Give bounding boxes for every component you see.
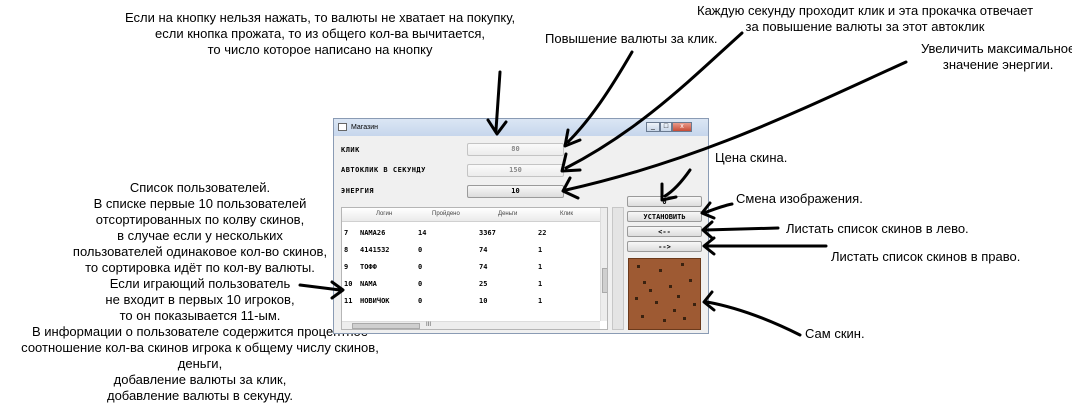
arrow-left [701,220,780,240]
arrow-skin [702,290,802,337]
note-click-increase: Повышение валюты за клик. [545,31,718,46]
arrow-right [702,236,828,256]
header-progress: Пройдено [432,211,460,217]
header-money: Деньги [498,211,518,217]
skin-price-button[interactable]: 0 [627,196,702,207]
autoclick-upgrade-button[interactable]: 150 [467,164,564,177]
shop-window: Магазин _ □ x КЛИК 80 АВТОКЛИК В СЕКУНДУ… [333,118,709,334]
note-top-center: Если на кнопку нельзя нажать, то валюты … [125,10,516,57]
energy-label: ЭНЕРГИЯ [341,187,375,195]
table-row[interactable]: 9 ТОФФ 0 74 1 [342,258,600,275]
click-upgrade-button[interactable]: 80 [467,143,564,156]
skin-preview [628,258,701,330]
minimize-button[interactable]: _ [646,122,660,132]
table-horizontal-scrollbar[interactable]: III [342,321,600,329]
table-row[interactable]: 11 НОВИЧОК 0 10 1 [342,292,600,309]
autoclick-label: АВТОКЛИК В СЕКУНДУ [341,166,426,174]
table-row[interactable]: 10 NAMA 0 25 1 [342,275,600,292]
note-skin-price: Цена скина. [715,150,788,165]
table-row[interactable]: 7 NAMA26 14 3367 22 [342,224,600,241]
note-scroll-right: Листать список скинов в право. [831,249,1021,264]
skin-next-button[interactable]: --> [627,241,702,252]
header-login: Логин [376,211,393,217]
maximize-button[interactable]: □ [660,122,672,132]
note-energy: Увеличить максимальное значение энергии. [921,41,1072,72]
note-autoclick: Каждую секунду проходит клик и эта прока… [697,3,1034,34]
window-title: Магазин [351,124,379,131]
user-table[interactable]: Логин Пройдено Деньги Клик 7 NAMA26 14 3… [341,207,608,330]
title-bar[interactable]: Магазин _ □ x [334,119,708,136]
close-button[interactable]: x [672,122,692,132]
table-header: Логин Пройдено Деньги Клик [342,208,600,222]
scroll-thumb[interactable] [352,323,420,329]
scroll-thumb[interactable] [602,268,607,293]
header-click: Клик [560,211,573,217]
note-change-image: Смена изображения. [736,191,863,206]
note-scroll-left: Листать список скинов в лево. [786,221,969,236]
note-skin: Сам скин. [805,326,865,341]
skin-prev-button[interactable]: <-- [627,226,702,237]
scroll-grip: III [426,322,432,328]
energy-upgrade-button[interactable]: 10 [467,185,564,198]
skins-scrollbar[interactable] [612,207,624,330]
table-vertical-scrollbar[interactable] [600,208,607,321]
app-icon [338,123,347,131]
set-skin-button[interactable]: УСТАНОВИТЬ [627,211,702,222]
table-row[interactable]: 8 4141532 0 74 1 [342,241,600,258]
click-label: КЛИК [341,146,360,154]
